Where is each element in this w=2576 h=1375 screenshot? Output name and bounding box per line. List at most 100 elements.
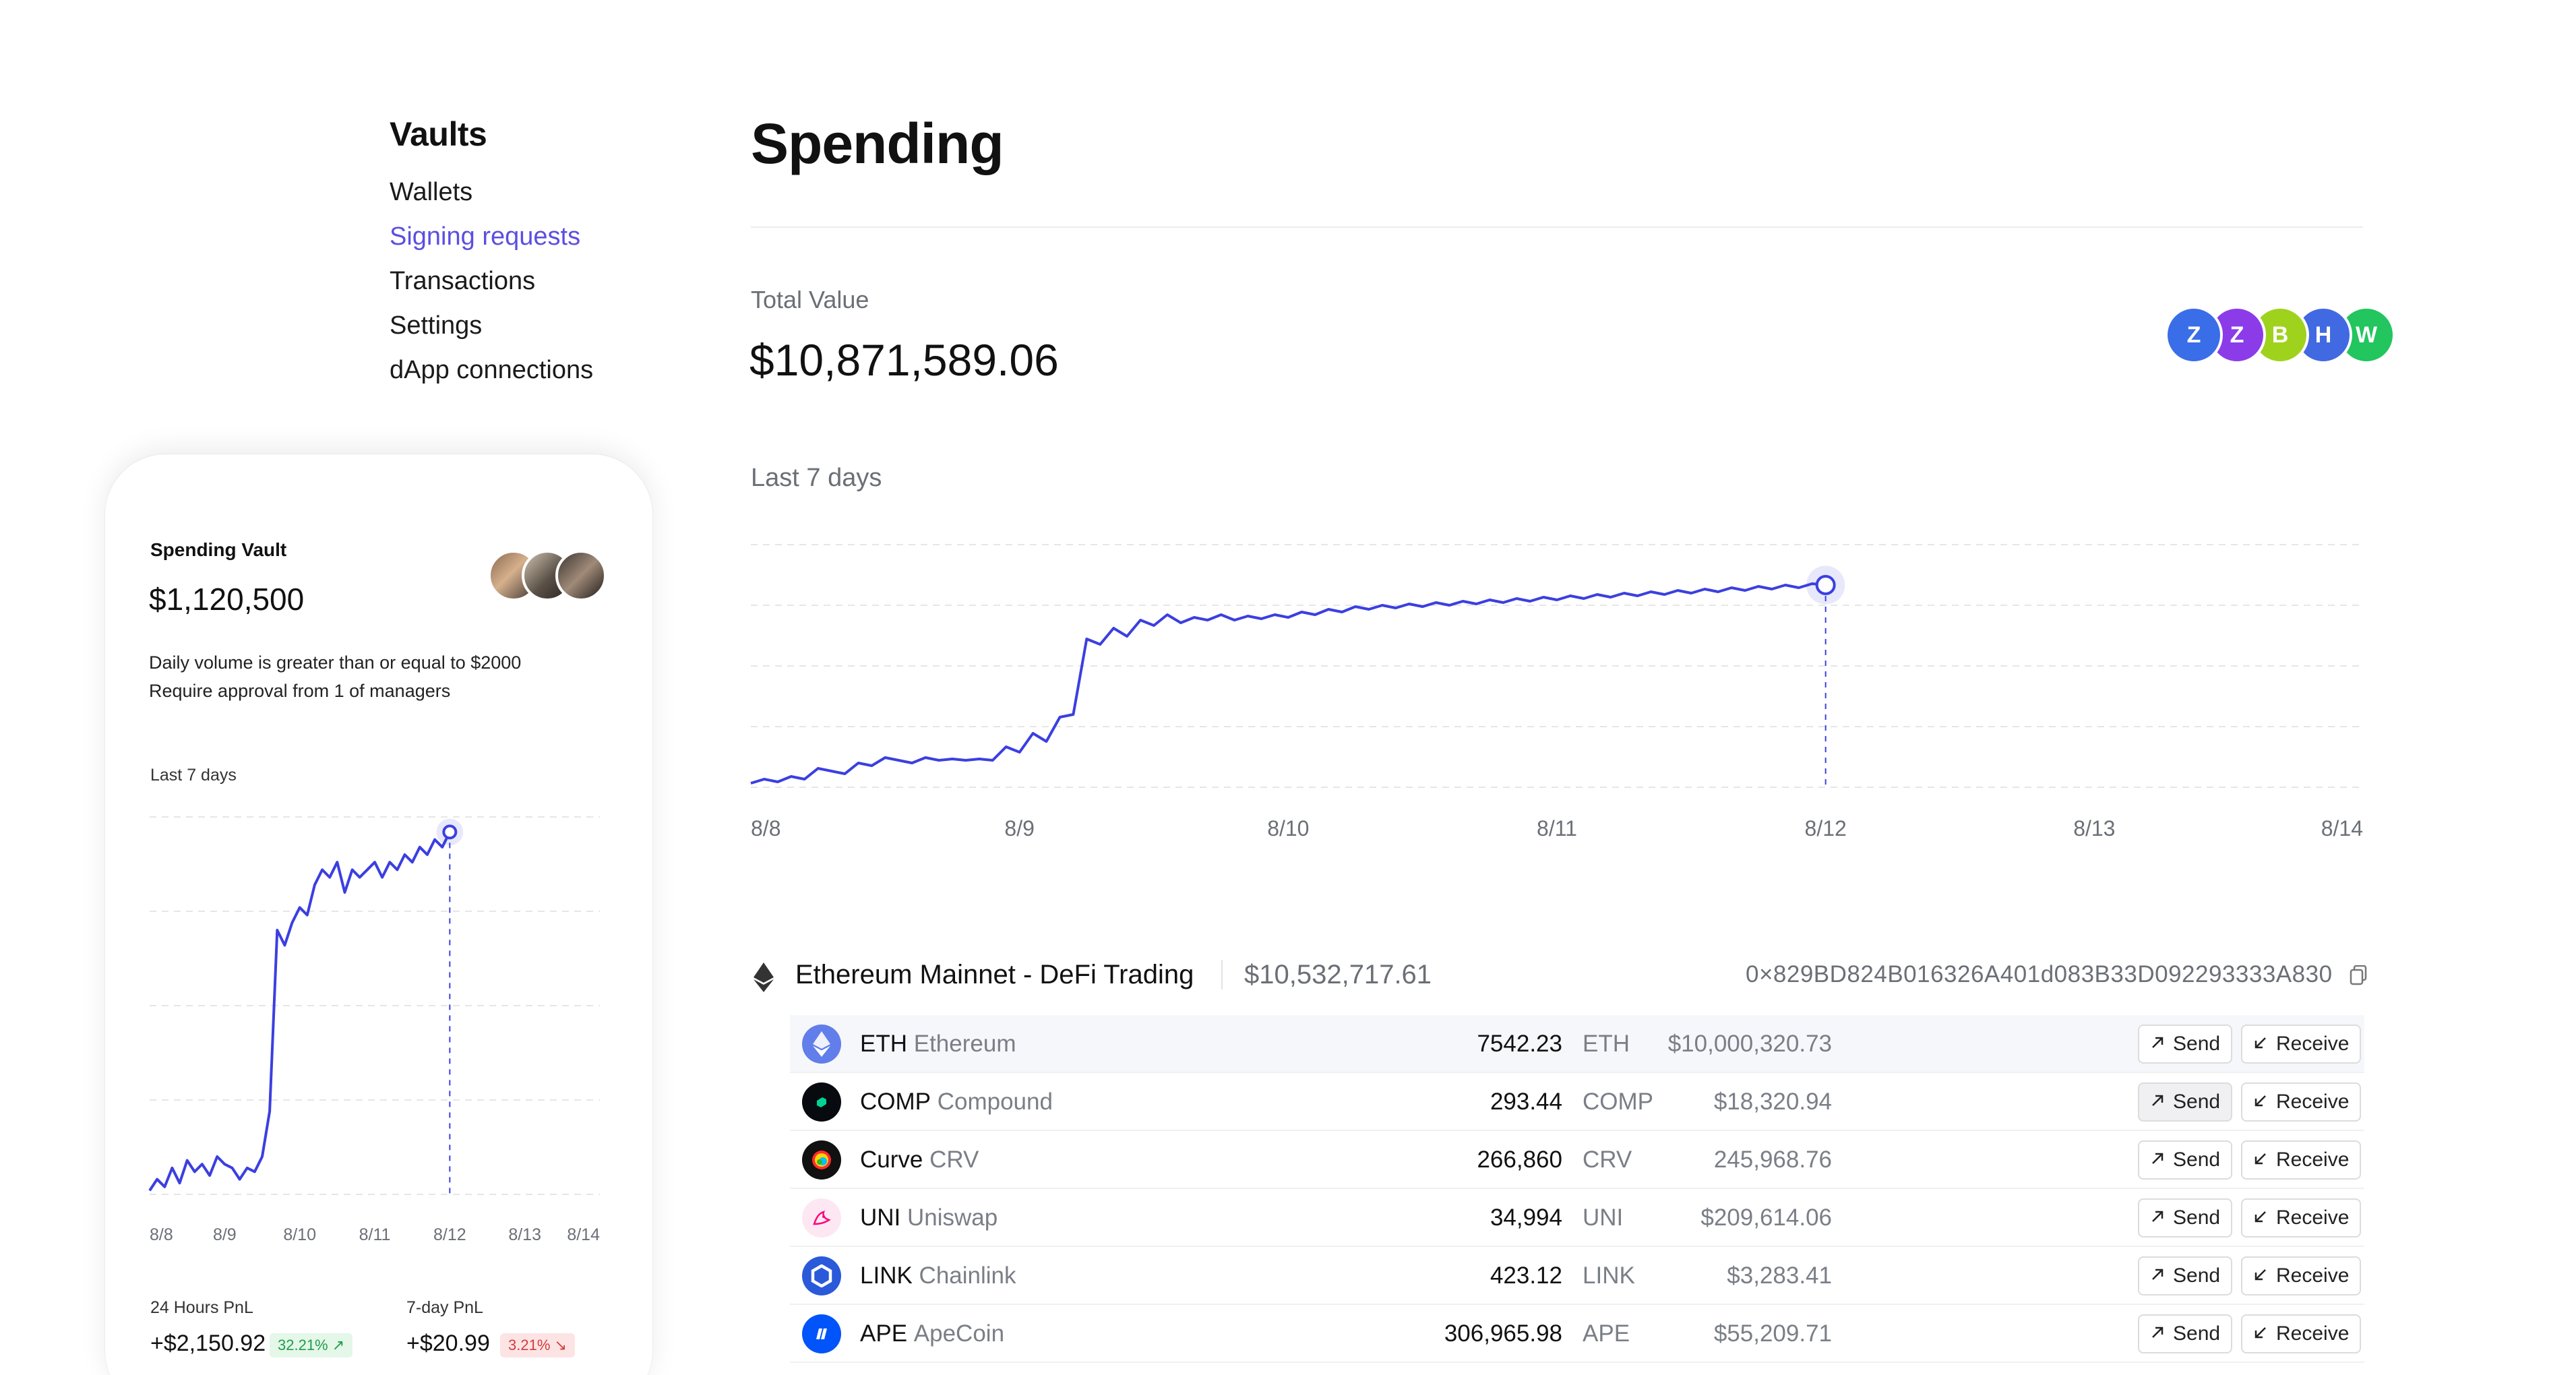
wallet-name: Ethereum Mainnet - DeFi Trading bbox=[795, 960, 1194, 989]
receive-button[interactable]: Receive bbox=[2241, 1198, 2362, 1238]
receive-label: Receive bbox=[2276, 1206, 2350, 1229]
asset-unit: CRV bbox=[1583, 1147, 1632, 1173]
asset-symbol-text: COMP bbox=[860, 1089, 931, 1115]
asset-symbol: APE ApeCoin bbox=[860, 1305, 1004, 1363]
x-tick-label: 8/13 bbox=[2073, 816, 2115, 841]
asset-symbol-text: APE bbox=[860, 1320, 908, 1347]
vault-rule-line: Require approval from 1 of managers bbox=[149, 681, 451, 701]
receive-arrow-icon bbox=[2253, 1264, 2268, 1287]
asset-symbol: COMP Compound bbox=[860, 1073, 1053, 1131]
send-label: Send bbox=[2173, 1264, 2221, 1287]
table-row[interactable]: COMP Compound 293.44 COMP $18,320.94 Sen… bbox=[790, 1073, 2364, 1131]
asset-quantity: 306,965.98 bbox=[1444, 1320, 1562, 1347]
asset-usd-value: $55,209.71 bbox=[1713, 1320, 1832, 1347]
asset-name: Compound bbox=[937, 1089, 1053, 1115]
send-label: Send bbox=[2173, 1206, 2221, 1229]
asset-quantity: 34,994 bbox=[1490, 1204, 1562, 1231]
total-value-label: Total Value bbox=[751, 286, 869, 313]
receive-arrow-icon bbox=[2253, 1091, 2268, 1113]
table-row[interactable]: ETH Ethereum 7542.23 ETH $10,000,320.73 … bbox=[790, 1015, 2364, 1073]
asset-symbol-text: Curve bbox=[860, 1147, 923, 1173]
receive-arrow-icon bbox=[2253, 1322, 2268, 1345]
manager-avatars bbox=[488, 550, 623, 604]
value-chart: 8/8 8/9 8/10 8/11 8/12 8/13 8/14 bbox=[750, 544, 2363, 841]
send-button[interactable]: Send bbox=[2138, 1025, 2233, 1064]
x-tick-label: 8/9 bbox=[1004, 816, 1034, 841]
send-button[interactable]: Send bbox=[2138, 1082, 2233, 1122]
send-button[interactable]: Send bbox=[2138, 1256, 2233, 1295]
nav-title: Vaults bbox=[390, 115, 487, 153]
asset-name: CRV bbox=[929, 1147, 979, 1173]
divider bbox=[751, 226, 2363, 228]
receive-label: Receive bbox=[2276, 1322, 2350, 1345]
pnl-7d-badge: 3.21% ↘ bbox=[500, 1333, 575, 1357]
x-tick-label: 8/8 bbox=[751, 816, 780, 841]
receive-arrow-icon bbox=[2253, 1033, 2268, 1056]
x-tick-label: 8/12 bbox=[433, 1225, 466, 1244]
table-row[interactable]: LINK Chainlink 423.12 LINK $3,283.41 Sen… bbox=[790, 1247, 2364, 1305]
sidebar-item-dapp-connections[interactable]: dApp connections bbox=[390, 356, 593, 385]
receive-button[interactable]: Receive bbox=[2241, 1025, 2362, 1064]
x-tick-label: 8/10 bbox=[1267, 816, 1309, 841]
receive-arrow-icon bbox=[2253, 1206, 2268, 1229]
asset-quantity: 7542.23 bbox=[1477, 1031, 1562, 1057]
sidebar-item-signing-requests[interactable]: Signing requests bbox=[390, 222, 580, 251]
asset-quantity: 423.12 bbox=[1490, 1262, 1562, 1289]
x-tick-label: 8/12 bbox=[1805, 816, 1847, 841]
asset-symbol: ETH Ethereum bbox=[860, 1015, 1016, 1073]
highlight-point bbox=[1815, 575, 1836, 595]
x-tick-label: 8/11 bbox=[1537, 816, 1577, 841]
table-row[interactable]: UNI Uniswap 34,994 UNI $209,614.06 Send … bbox=[790, 1189, 2364, 1247]
vault-card-title: Spending Vault bbox=[150, 539, 287, 560]
page-title: Spending bbox=[751, 112, 1004, 175]
copy-icon[interactable] bbox=[2350, 965, 2367, 989]
wallet-value: $10,532,717.61 bbox=[1244, 960, 1432, 989]
asset-usd-value: $10,000,320.73 bbox=[1667, 1031, 1832, 1057]
asset-usd-value: $18,320.94 bbox=[1713, 1089, 1832, 1115]
send-button[interactable]: Send bbox=[2138, 1198, 2233, 1238]
eth-icon bbox=[802, 1015, 841, 1073]
send-label: Send bbox=[2173, 1149, 2221, 1171]
table-row[interactable]: Curve CRV 266,860 CRV 245,968.76 Send Re… bbox=[790, 1131, 2364, 1189]
x-tick-label: 8/8 bbox=[150, 1225, 173, 1244]
uniswap-icon bbox=[802, 1189, 841, 1247]
asset-quantity: 293.44 bbox=[1490, 1089, 1562, 1115]
total-value: $10,871,589.06 bbox=[749, 335, 1059, 385]
send-button[interactable]: Send bbox=[2138, 1314, 2233, 1353]
wallet-address: 0×829BD824B016326A401d083B33D092293333A8… bbox=[1746, 961, 2333, 987]
x-tick-label: 8/11 bbox=[359, 1225, 391, 1244]
send-arrow-icon bbox=[2150, 1091, 2165, 1113]
asset-unit: LINK bbox=[1583, 1262, 1635, 1289]
highlight-point bbox=[442, 824, 458, 840]
asset-name: Uniswap bbox=[907, 1204, 998, 1231]
send-button[interactable]: Send bbox=[2138, 1140, 2233, 1180]
vault-chart: 8/8 8/9 8/10 8/11 8/12 8/13 8/14 bbox=[148, 816, 600, 1244]
vault-rule-line: Daily volume is greater than or equal to… bbox=[149, 652, 522, 673]
asset-table: ETH Ethereum 7542.23 ETH $10,000,320.73 … bbox=[790, 1015, 2364, 1363]
receive-label: Receive bbox=[2276, 1033, 2350, 1055]
receive-button[interactable]: Receive bbox=[2241, 1314, 2362, 1353]
x-tick-label: 8/9 bbox=[213, 1225, 237, 1244]
chainlink-icon bbox=[802, 1247, 841, 1305]
sidebar-item-transactions[interactable]: Transactions bbox=[390, 267, 535, 296]
asset-unit: COMP bbox=[1583, 1089, 1653, 1115]
pnl-24h-value: +$2,150.92 bbox=[150, 1331, 266, 1356]
receive-button[interactable]: Receive bbox=[2241, 1256, 2362, 1295]
series-line bbox=[148, 831, 452, 1192]
vault-card-amount: $1,120,500 bbox=[149, 582, 305, 617]
receive-button[interactable]: Receive bbox=[2241, 1140, 2362, 1180]
receive-label: Receive bbox=[2276, 1091, 2350, 1113]
table-row[interactable]: APE ApeCoin 306,965.98 APE $55,209.71 Se… bbox=[790, 1305, 2364, 1363]
sidebar-item-settings[interactable]: Settings bbox=[390, 311, 482, 340]
receive-button[interactable]: Receive bbox=[2241, 1082, 2362, 1122]
asset-symbol: LINK Chainlink bbox=[860, 1247, 1016, 1305]
x-tick-label: 8/13 bbox=[508, 1225, 541, 1244]
asset-name: Ethereum bbox=[913, 1031, 1016, 1057]
avatar[interactable]: Z bbox=[2165, 306, 2223, 364]
send-label: Send bbox=[2173, 1033, 2221, 1055]
receive-label: Receive bbox=[2276, 1149, 2350, 1171]
chart-range-label: Last 7 days bbox=[751, 464, 882, 492]
pnl-24h-badge: 32.21% ↗ bbox=[270, 1333, 353, 1357]
sidebar-item-wallets[interactable]: Wallets bbox=[390, 178, 472, 207]
send-label: Send bbox=[2173, 1322, 2221, 1345]
